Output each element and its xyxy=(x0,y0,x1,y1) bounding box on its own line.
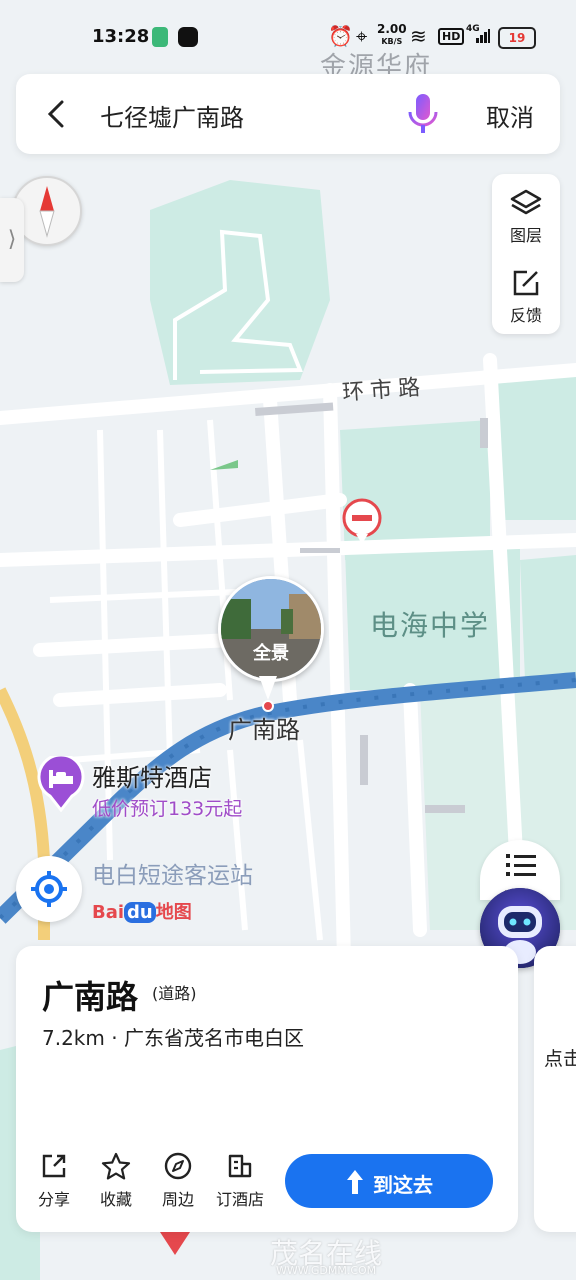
share-button[interactable]: 分享 xyxy=(24,1152,84,1210)
locate-me-button[interactable] xyxy=(16,856,82,922)
baidu-logo-map: 地图 xyxy=(155,902,192,923)
status-bar: 13:28 ⏰ ⌖ 2.00 KB/S ≋ HD 4G 19 xyxy=(0,0,576,70)
compass-icon xyxy=(164,1152,192,1180)
cancel-button[interactable]: 取消 xyxy=(486,98,534,133)
place-info: 7.2km · 广东省茂名市电白区 xyxy=(42,1026,304,1050)
hd-badge: HD xyxy=(438,28,465,45)
share-label: 分享 xyxy=(37,1190,70,1209)
map-label-school[interactable]: 电海中学 xyxy=(370,604,490,644)
location-icon: ⌖ xyxy=(356,24,368,48)
status-time: 13:28 xyxy=(92,26,150,47)
layers-icon xyxy=(510,189,542,215)
book-hotel-label: 订酒店 xyxy=(215,1190,264,1209)
panorama-label: 全景 xyxy=(253,643,289,664)
hotel-name[interactable]: 雅斯特酒店 xyxy=(92,758,212,793)
hotel-pin-icon[interactable] xyxy=(36,756,86,812)
next-card-text: 点击 xyxy=(544,1048,576,1070)
search-input[interactable]: 七径墟广南路 xyxy=(100,98,244,133)
star-icon xyxy=(101,1152,131,1180)
go-here-label: 到这去 xyxy=(373,1173,433,1197)
place-title: 广南路 xyxy=(42,978,139,1016)
result-card[interactable]: 广南路 (道路) 7.2km · 广东省茂名市电白区 分享 收藏 周边 订酒店 … xyxy=(16,946,518,1232)
book-hotel-button[interactable]: 订酒店 xyxy=(210,1152,270,1210)
back-arrow-icon[interactable] xyxy=(42,96,72,132)
crosshair-icon xyxy=(31,871,67,907)
battery-icon: 19 xyxy=(498,27,536,49)
watermark-url: WWW.GDMM.COM xyxy=(276,1264,377,1277)
place-type: (道路) xyxy=(152,984,197,1003)
baidu-logo-bai: Bai xyxy=(92,902,125,923)
route-arrow-icon xyxy=(347,1170,363,1194)
share-icon xyxy=(42,1154,66,1178)
tiktok-icon xyxy=(178,27,198,47)
nearby-button[interactable]: 周边 xyxy=(148,1152,208,1210)
signal-icon xyxy=(476,29,490,43)
baidu-logo-du: du xyxy=(124,902,156,923)
favorite-button[interactable]: 收藏 xyxy=(86,1152,146,1210)
net-speed-value: 2.00 xyxy=(377,22,407,36)
map-tools-panel: 图层 反馈 xyxy=(492,174,560,334)
favorite-label: 收藏 xyxy=(99,1190,132,1209)
map-label-bus-station[interactable]: 电白短途客运站 xyxy=(92,856,253,890)
sim-icon xyxy=(152,27,168,47)
microphone-icon[interactable] xyxy=(406,92,440,136)
nearby-label: 周边 xyxy=(161,1190,194,1209)
feedback-button[interactable]: 反馈 xyxy=(492,268,560,326)
hotel-price[interactable]: 低价预订133元起 xyxy=(92,794,242,821)
panorama-thumbnail[interactable]: 全景 xyxy=(218,576,324,682)
net-speed: 2.00 KB/S xyxy=(377,22,407,47)
go-here-button[interactable]: 到这去 xyxy=(285,1154,493,1208)
battery-level: 19 xyxy=(508,31,526,45)
list-icon xyxy=(506,854,536,876)
map-label-ring-road: 环市路 xyxy=(341,375,427,406)
baidu-map-logo: Bai du 地图 xyxy=(92,898,192,924)
side-drawer-handle[interactable]: ⟩ xyxy=(0,198,24,282)
wifi-icon: ≋ xyxy=(410,24,427,48)
search-bar: 七径墟广南路 取消 xyxy=(16,74,560,154)
feedback-icon xyxy=(513,270,539,296)
net-speed-unit: KB/S xyxy=(381,37,403,46)
layers-label: 图层 xyxy=(509,226,542,245)
panorama-pointer xyxy=(259,676,277,712)
map-label-road: 广南路 xyxy=(228,716,300,744)
hotel-icon xyxy=(228,1154,252,1178)
layers-button[interactable]: 图层 xyxy=(492,188,560,246)
next-result-card[interactable]: 点击 xyxy=(534,946,576,1232)
feedback-label: 反馈 xyxy=(509,306,542,325)
alarm-icon: ⏰ xyxy=(328,24,353,48)
